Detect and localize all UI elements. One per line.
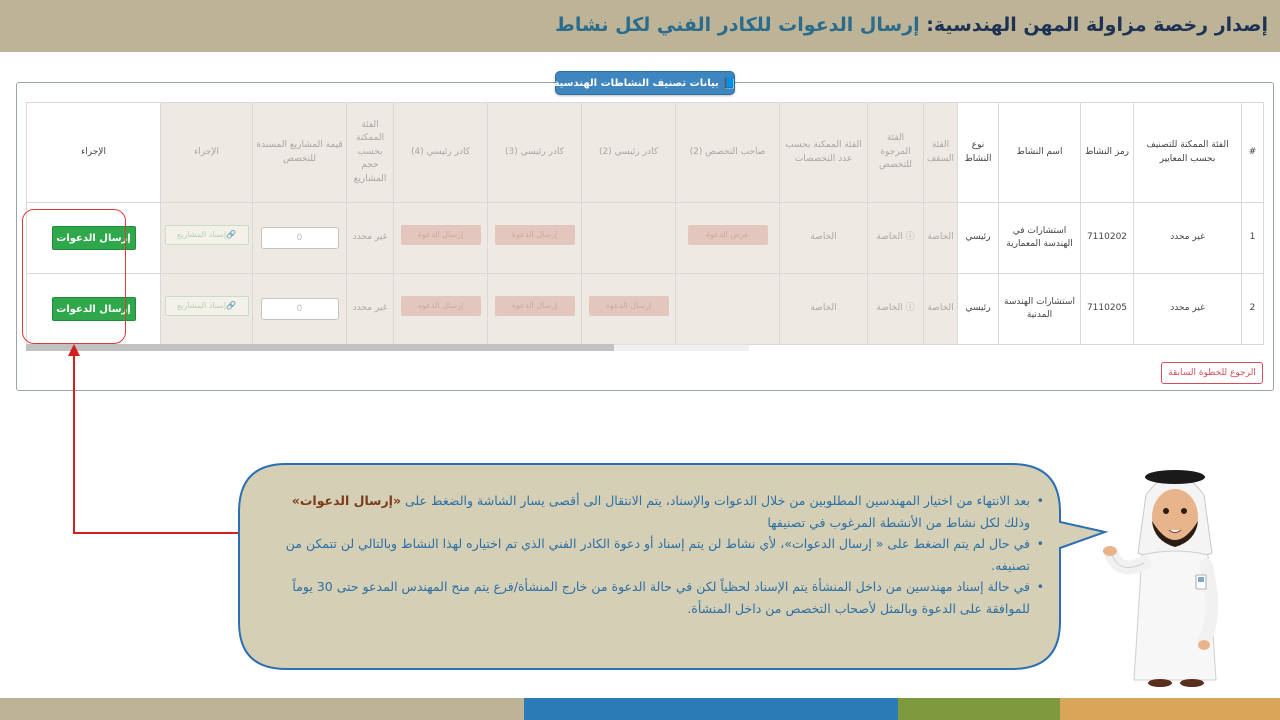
send-invite-button[interactable]: إرسال الدعوة — [400, 225, 481, 246]
info-icon: ⓘ — [902, 232, 915, 243]
col-name: اسم النشاط — [998, 102, 1081, 203]
cell-lead2: إرسال الدعوة — [581, 273, 676, 345]
link-icon: 🔗 — [226, 301, 237, 311]
cell-owner2 — [675, 273, 780, 345]
guide-character-illustration — [1103, 470, 1219, 687]
callout-bullet1-em: «إرسال الدعوات» — [291, 493, 402, 508]
assign-projects-button[interactable]: 🔗إسناد المشاريع — [164, 225, 249, 246]
activities-table: # الفئة الممكنة للتصنيف بحسب المعايير رم… — [26, 102, 1264, 345]
callout-bullet1-b: وذلك لكل نشاط من الأنشطة المرغوب في تصني… — [767, 514, 1030, 530]
page-title-main: إصدار رخصة مزاولة المهن الهندسية: — [919, 14, 1268, 36]
cell-projects-value: 0 — [252, 202, 347, 274]
table-row: 1 غير محدد 7110202 استشارات في الهندسة ا… — [26, 202, 1264, 274]
col-lead3: كادر رئيسي (3) — [487, 102, 582, 203]
cell-category: غير محدد — [1133, 273, 1242, 345]
cell-ceiling: الخاصة — [923, 273, 958, 345]
table-header-row: # الفئة الممكنة للتصنيف بحسب المعايير رم… — [26, 102, 1264, 203]
cell-action1: 🔗إسناد المشاريع — [160, 273, 253, 345]
cell-type: رئيسي — [957, 273, 999, 345]
info-icon: ⓘ — [902, 303, 915, 314]
view-invite-button[interactable]: عرض الدعوة — [687, 225, 768, 246]
send-invite-button[interactable]: إرسال الدعوة — [494, 225, 575, 246]
page-title: إصدار رخصة مزاولة المهن الهندسية: إرسال … — [0, 0, 1268, 50]
col-owner2: صاحب التخصص (2) — [675, 102, 780, 203]
projects-value-input[interactable]: 0 — [260, 227, 339, 249]
highlight-box — [22, 209, 126, 344]
cell-desired: ⓘ الخاصة — [867, 202, 924, 274]
cell-ceiling: الخاصة — [923, 202, 958, 274]
send-invite-button[interactable]: إرسال الدعوة — [494, 296, 575, 317]
cell-lead4: إرسال الدعوة — [393, 202, 488, 274]
cell-by-volume: غير محدد — [346, 202, 394, 274]
table-row: 2 غير محدد 7110205 استشارات الهندسة المد… — [26, 273, 1264, 345]
footer-bar-4 — [1060, 698, 1280, 720]
cell-index: 1 — [1241, 202, 1264, 274]
assign-projects-label: إسناد المشاريع — [176, 301, 227, 311]
cell-desired-text: الخاصة — [876, 303, 903, 314]
col-action1: الإجراء — [160, 102, 253, 203]
cell-code: 7110202 — [1080, 202, 1134, 274]
cell-by-specialties: الخاصة — [779, 202, 868, 274]
cell-type: رئيسي — [957, 202, 999, 274]
cell-lead4: إرسال الدعوة — [393, 273, 488, 345]
footer-bar-2 — [524, 698, 898, 720]
cell-category: غير محدد — [1133, 202, 1242, 274]
cell-by-volume: غير محدد — [346, 273, 394, 345]
col-by-specialties: الفئة الممكنة بحسب عدد التخصصات — [779, 102, 868, 203]
cell-lead2 — [581, 202, 676, 274]
send-invite-button[interactable]: إرسال الدعوة — [588, 296, 669, 317]
col-lead4: كادر رئيسي (4) — [393, 102, 488, 203]
cell-lead3: إرسال الدعوة — [487, 202, 582, 274]
callout-bullet: في حالة إسناد مهندسين من داخل المنشأة يت… — [262, 576, 1044, 619]
previous-step-button[interactable]: الرجوع للخطوة السابقة — [1161, 362, 1263, 384]
col-desired: الفئة المرجوة للتخصص — [867, 102, 924, 203]
page-title-highlight: إرسال الدعوات للكادر الفني لكل نشاط — [555, 14, 920, 36]
send-invite-button[interactable]: إرسال الدعوة — [400, 296, 481, 317]
cell-code: 7110205 — [1080, 273, 1134, 345]
assign-projects-label: إسناد المشاريع — [176, 230, 227, 240]
col-category: الفئة الممكنة للتصنيف بحسب المعايير — [1133, 102, 1242, 203]
footer-bar-1 — [0, 698, 524, 720]
panel-legend: 📘 بيانات تصنيف النشاطات الهندسية — [553, 71, 737, 95]
projects-value-input[interactable]: 0 — [260, 298, 339, 320]
col-ceiling: الفئة السقف — [923, 102, 958, 203]
page-header: إصدار رخصة مزاولة المهن الهندسية: إرسال … — [0, 0, 1280, 52]
cell-owner2: عرض الدعوة — [675, 202, 780, 274]
cell-name: استشارات في الهندسة المعمارية — [998, 202, 1081, 274]
assign-projects-button[interactable]: 🔗إسناد المشاريع — [164, 296, 249, 317]
callout-bullet: في حال لم يتم الضغط على « إرسال الدعوات»… — [262, 533, 1044, 576]
callout-bullet: بعد الانتهاء من اختيار المهندسين المطلوب… — [262, 490, 1044, 533]
col-projects-value: قيمة المشاريع المسندة للتخصص — [252, 102, 347, 203]
callout-bullet1-a: بعد الانتهاء من اختيار المهندسين المطلوب… — [401, 493, 1030, 508]
cell-desired-text: الخاصة — [876, 232, 903, 243]
book-icon: 📘 — [722, 76, 737, 90]
cell-action1: 🔗إسناد المشاريع — [160, 202, 253, 274]
footer-bar-3 — [898, 698, 1060, 720]
col-index: # — [1241, 102, 1264, 203]
col-action2: الإجراء — [26, 102, 161, 203]
cell-lead3: إرسال الدعوة — [487, 273, 582, 345]
link-icon: 🔗 — [226, 230, 237, 240]
col-lead2: كادر رئيسي (2) — [581, 102, 676, 203]
col-by-volume: الفئة الممكنة بحسب حجم المشاريع — [346, 102, 394, 203]
callout-text: بعد الانتهاء من اختيار المهندسين المطلوب… — [262, 490, 1044, 660]
cell-name: استشارات الهندسة المدنية — [998, 273, 1081, 345]
cell-desired: ⓘ الخاصة — [867, 273, 924, 345]
cell-index: 2 — [1241, 273, 1264, 345]
col-type: نوع النشاط — [957, 102, 999, 203]
col-code: رمز النشاط — [1080, 102, 1134, 203]
scrollbar-thumb[interactable] — [26, 344, 614, 351]
cell-projects-value: 0 — [252, 273, 347, 345]
cell-by-specialties: الخاصة — [779, 273, 868, 345]
panel-legend-label: بيانات تصنيف النشاطات الهندسية — [553, 77, 719, 89]
